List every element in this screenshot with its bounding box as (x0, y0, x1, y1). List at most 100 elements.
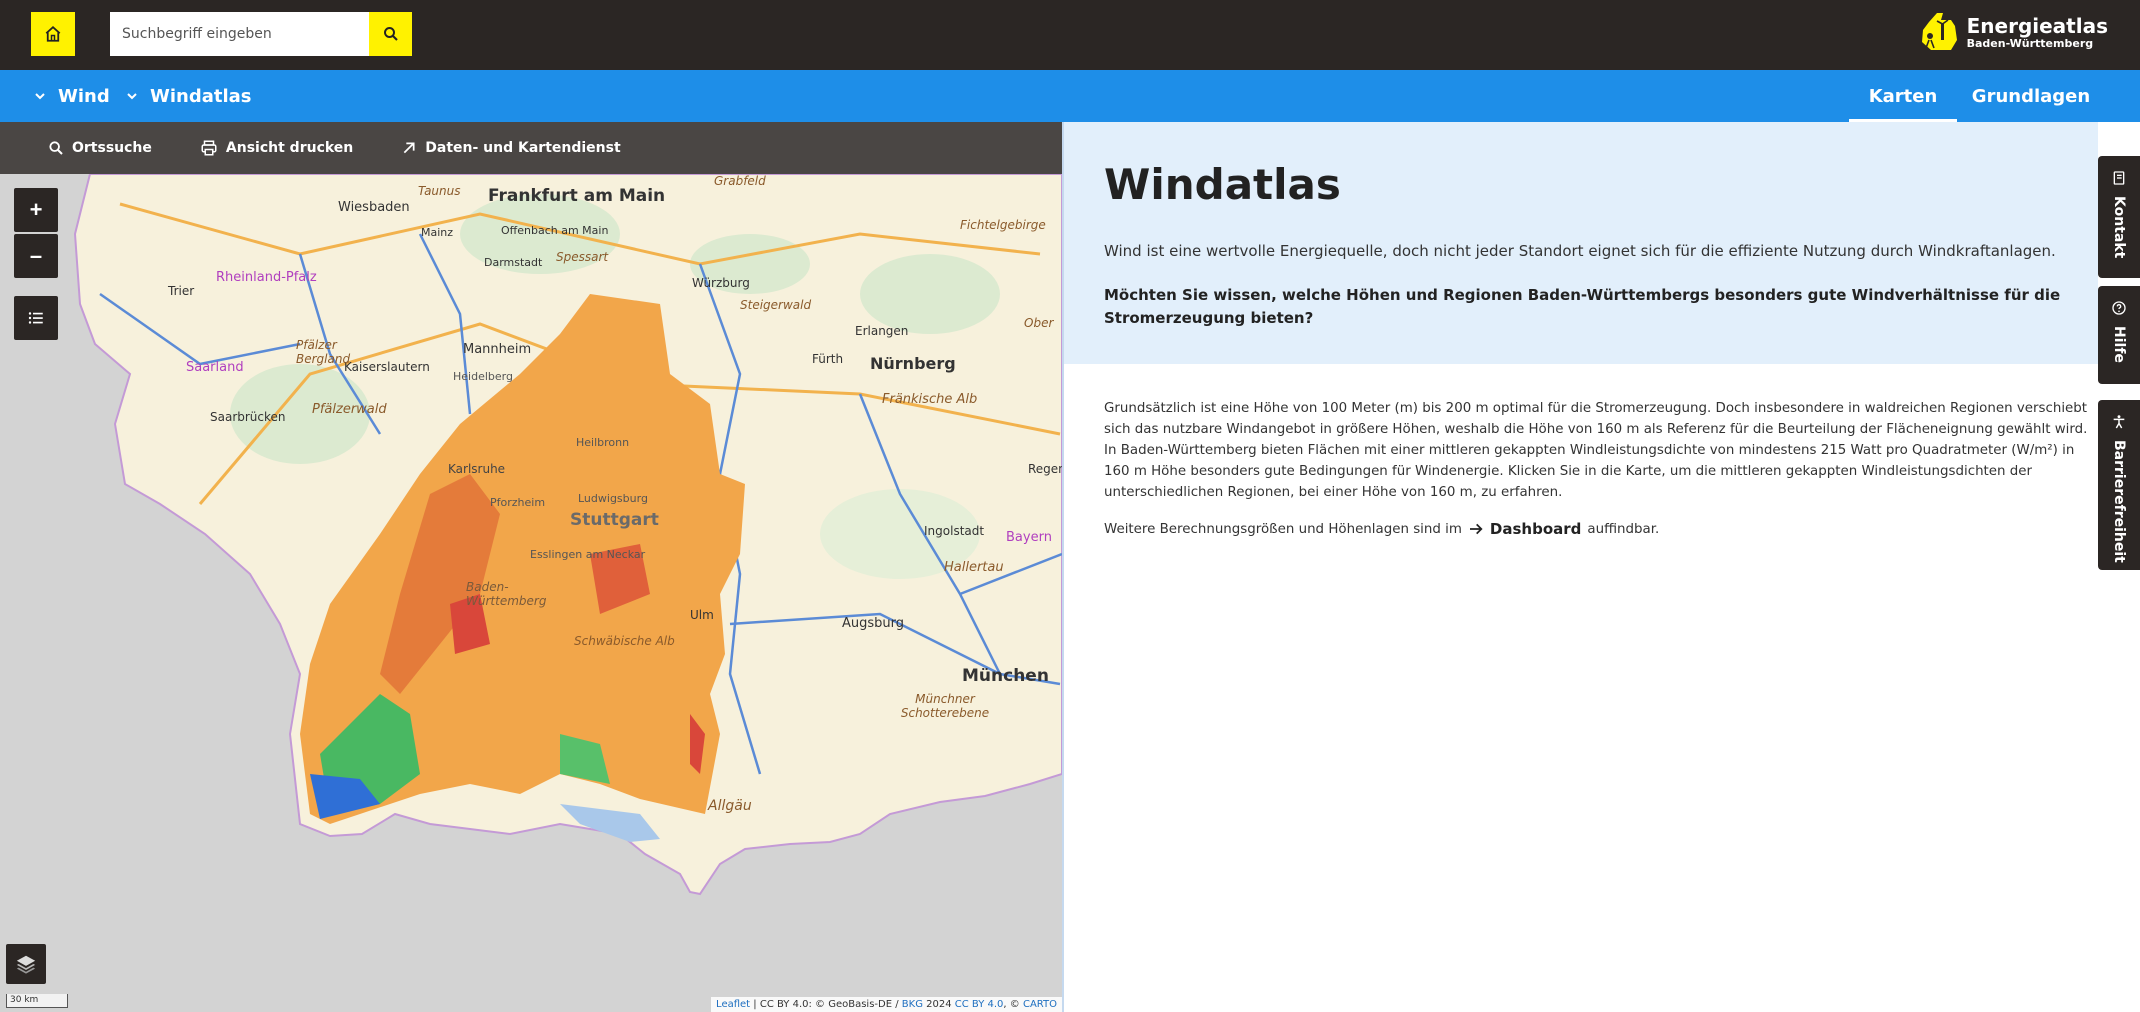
map-label: Pfälzerwald (312, 402, 387, 417)
map-label: Stuttgart (570, 510, 659, 530)
tab-label: Karten (1868, 85, 1938, 107)
home-button[interactable] (31, 12, 75, 56)
search-button[interactable] (369, 12, 412, 56)
side-tab-label: Hilfe (2111, 326, 2127, 363)
zoom-out-button[interactable]: – (14, 234, 58, 278)
map-label: Darmstadt (484, 256, 543, 269)
search-icon (49, 141, 63, 155)
map-toolbar: Ortssuche Ansicht drucken Daten- und Kar… (0, 122, 1062, 174)
breadcrumb-label: Wind (58, 85, 110, 107)
attribution-text: 2024 (922, 999, 955, 1010)
map-label: Esslingen am Neckar (530, 548, 646, 561)
breadcrumb-wind[interactable]: Wind (34, 70, 110, 122)
map-label: Nürnberg (870, 354, 956, 373)
zoom-in-label: + (29, 197, 43, 222)
contact-book-icon (2113, 171, 2125, 185)
map-label: Pfälzer Bergland (296, 338, 351, 366)
legend-list-button[interactable] (14, 296, 58, 340)
chevron-down-icon (127, 93, 137, 100)
printer-icon (201, 140, 217, 156)
map-label: Baden-Württemberg (466, 580, 547, 608)
body-paragraph: Grundsätzlich ist eine Höhe von 100 Mete… (1104, 401, 2088, 500)
tool-label: Daten- und Kartendienst (425, 140, 621, 156)
map-label: Saarland (186, 360, 244, 375)
map-label: Fränkische Alb (882, 392, 978, 407)
top-header: Energieatlas Baden-Württemberg (0, 0, 2140, 70)
energieatlas-logo-icon (1921, 13, 1957, 50)
map-label: Steigerwald (740, 298, 812, 312)
tool-daten-kartendienst[interactable]: Daten- und Kartendienst (401, 140, 621, 156)
map-label: Fichtelgebirge (960, 218, 1046, 232)
dashboard-link[interactable]: Dashboard (1490, 520, 1581, 538)
map-label: Trier (168, 284, 195, 298)
layers-icon (16, 955, 36, 974)
zoom-out-label: – (29, 243, 43, 268)
map-scale: 30 km (6, 994, 68, 1008)
map-label: Karlsruhe (448, 462, 506, 476)
map-label: Grabfeld (714, 174, 766, 188)
map-label: Regen (1028, 462, 1062, 476)
map-label: Rheinland-Pfalz (216, 270, 317, 285)
map-label: Hallertau (944, 560, 1004, 575)
map-label: Ober (1024, 316, 1054, 330)
intro-question: Möchten Sie wissen, welche Höhen und Reg… (1104, 286, 2061, 327)
side-tab-kontakt[interactable]: Kontakt (2098, 156, 2140, 278)
map-label: Ingolstadt (924, 524, 985, 538)
search-input[interactable] (110, 12, 369, 56)
side-tab-label: Barrierefreiheit (2111, 440, 2127, 563)
breadcrumb-windatlas[interactable]: Windatlas (126, 70, 252, 122)
breadcrumb-label: Windatlas (150, 85, 252, 107)
map-label: Spessart (556, 250, 609, 264)
search-bar (110, 12, 412, 56)
leaflet-link[interactable]: Leaflet (716, 999, 750, 1010)
side-tab-hilfe[interactable]: Hilfe (2098, 286, 2140, 384)
map-label: Münchner Schotterebene (900, 692, 990, 720)
tab-karten[interactable]: Karten (1849, 70, 1957, 122)
tool-ortssuche[interactable]: Ortssuche (48, 140, 152, 156)
accessibility-icon (2113, 415, 2125, 429)
map-label: Ludwigsburg (578, 492, 648, 505)
map-label: Heilbronn (576, 436, 630, 449)
help-icon (2112, 301, 2126, 315)
logo-title: Energieatlas (1966, 13, 2108, 38)
arrow-up-right-icon (403, 142, 415, 154)
layer-switcher-button[interactable] (6, 944, 46, 984)
tab-grundlagen[interactable]: Grundlagen (1966, 70, 2096, 122)
map-label: Offenbach am Main (501, 224, 609, 237)
bkg-link[interactable]: BKG (902, 999, 923, 1010)
map-attribution: Leaflet | CC BY 4.0: © GeoBasis-DE / BKG… (711, 997, 1062, 1012)
tool-ansicht-drucken[interactable]: Ansicht drucken (200, 139, 353, 157)
map-label: München (962, 666, 1049, 686)
zoom-in-button[interactable]: + (14, 188, 58, 232)
map-label: Wiesbaden (338, 200, 410, 215)
map-label: Fürth (812, 352, 844, 366)
side-tab-label: Kontakt (2111, 196, 2127, 259)
search-icon (383, 27, 398, 41)
map-label: Mainz (421, 226, 454, 239)
list-icon (28, 312, 43, 324)
page-title: Windatlas (1104, 160, 1341, 209)
tab-label: Grundlagen (1971, 85, 2091, 107)
map-label: Frankfurt am Main (488, 186, 666, 206)
dashboard-hint-prefix: Weitere Berechnungsgrößen und Höhenlagen… (1104, 521, 1462, 537)
side-tab-barrierefreiheit[interactable]: Barrierefreiheit (2098, 400, 2140, 570)
map-label: Bayern (1006, 530, 1052, 545)
map-label: Saarbrücken (210, 410, 286, 424)
cc-by-link[interactable]: CC BY 4.0 (955, 999, 1004, 1010)
map-label: Erlangen (855, 324, 909, 338)
dashboard-hint-suffix: auffindbar. (1587, 521, 1660, 537)
map-label: Mannheim (463, 342, 532, 357)
map-canvas[interactable]: Frankfurt am Main Wiesbaden Mainz Offenb… (0, 174, 1062, 1012)
map-label: Pforzheim (490, 496, 546, 509)
map-label: Allgäu (708, 798, 752, 814)
arrow-right-icon (1469, 523, 1483, 535)
home-icon (45, 26, 61, 42)
intro-panel: Windatlas Wind ist eine wertvolle Energi… (1064, 122, 2098, 364)
map-label: Ulm (690, 608, 714, 622)
energieatlas-logo[interactable]: Energieatlas Baden-Württemberg (1917, 10, 2108, 54)
tool-label: Ortssuche (72, 140, 152, 156)
carto-link[interactable]: CARTO (1023, 999, 1057, 1010)
attribution-text: , © (1003, 999, 1023, 1010)
logo-subtitle: Baden-Württemberg (1966, 36, 2094, 50)
map-label: Taunus (418, 184, 461, 198)
